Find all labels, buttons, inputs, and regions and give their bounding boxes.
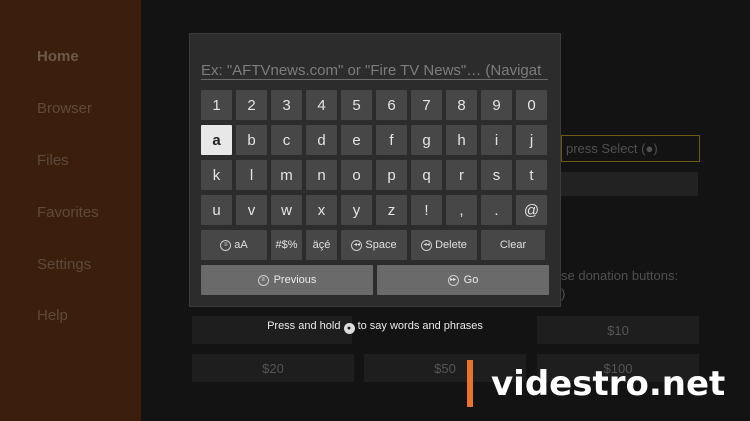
donation-paren: ) [561, 286, 566, 301]
key[interactable]: 4 [306, 90, 337, 120]
donation-text: se donation buttons: [561, 268, 679, 283]
previous-button[interactable]: ≡ Previous [201, 265, 373, 295]
watermark-bar [467, 360, 473, 407]
key[interactable]: n [306, 160, 337, 190]
rewind-icon: ◂◂ [351, 239, 363, 251]
sidebar-item-favorites[interactable]: Favorites [37, 204, 99, 221]
key[interactable]: 0 [516, 90, 547, 120]
key[interactable]: g [411, 125, 442, 155]
menu-icon: ≡ [257, 274, 269, 286]
key[interactable]: 2 [236, 90, 267, 120]
key[interactable]: t [516, 160, 547, 190]
key[interactable]: i [481, 125, 512, 155]
key[interactable]: h [446, 125, 477, 155]
donation-button-10[interactable]: $10 [537, 316, 699, 344]
key[interactable]: 8 [446, 90, 477, 120]
background-bar [561, 172, 698, 196]
action-row: ≡ Previous ▸▸ Go [201, 265, 549, 295]
symbols-key[interactable]: #$% [271, 230, 302, 260]
go-button[interactable]: ▸▸ Go [377, 265, 549, 295]
go-label: Go [463, 274, 479, 286]
case-toggle-key[interactable]: ≡ aA [201, 230, 267, 260]
watermark-text: videstro.net [491, 363, 726, 404]
menu-icon: ≡ [220, 239, 232, 251]
sidebar-item-help[interactable]: Help [37, 307, 68, 324]
key[interactable]: ! [411, 195, 442, 225]
microphone-icon: ● [343, 323, 355, 334]
key[interactable]: m [271, 160, 302, 190]
rewind-icon: ◂◂ [421, 239, 433, 251]
sidebar: Home Browser Files Favorites Settings He… [0, 0, 141, 421]
voice-hint-after: to say words and phrases [357, 320, 483, 332]
key[interactable]: f [376, 125, 407, 155]
key[interactable]: 6 [376, 90, 407, 120]
watermark: videstro.net [467, 360, 725, 407]
key[interactable]: y [341, 195, 372, 225]
key[interactable]: q [411, 160, 442, 190]
delete-label: Delete [435, 239, 467, 251]
key[interactable]: v [236, 195, 267, 225]
key[interactable]: k [201, 160, 232, 190]
delete-key[interactable]: ◂◂ Delete [411, 230, 477, 260]
play-pause-icon: ▸▸ [447, 274, 459, 286]
select-hint: press Select (●) [566, 141, 658, 156]
clear-key[interactable]: Clear [481, 230, 545, 260]
key[interactable]: l [236, 160, 267, 190]
key[interactable]: d [306, 125, 337, 155]
key[interactable]: p [376, 160, 407, 190]
sidebar-item-browser[interactable]: Browser [37, 100, 92, 117]
key[interactable]: w [271, 195, 302, 225]
key[interactable]: z [376, 195, 407, 225]
url-field-outline: press Select (●) [561, 135, 700, 162]
donation-button-20[interactable]: $20 [192, 354, 354, 382]
case-toggle-label: aA [234, 239, 248, 251]
accents-key[interactable]: äçé [306, 230, 337, 260]
key[interactable]: . [481, 195, 512, 225]
voice-hint: Press and hold ● to say words and phrase… [189, 320, 561, 334]
space-label: Space [365, 239, 397, 251]
key[interactable]: 9 [481, 90, 512, 120]
keyboard-keys: 1 2 3 4 5 6 7 8 9 0 a b c d e f g h i j … [201, 90, 549, 225]
key[interactable]: j [516, 125, 547, 155]
key[interactable]: 1 [201, 90, 232, 120]
key[interactable]: 7 [411, 90, 442, 120]
key[interactable]: b [236, 125, 267, 155]
key[interactable]: r [446, 160, 477, 190]
key[interactable]: c [271, 125, 302, 155]
function-key-row: ≡ aA #$% äçé ◂◂ Space ◂◂ Delete Clear [201, 230, 549, 260]
search-input[interactable] [201, 61, 548, 80]
previous-label: Previous [273, 274, 317, 286]
space-key[interactable]: ◂◂ Space [341, 230, 407, 260]
key[interactable]: u [201, 195, 232, 225]
key[interactable]: @ [516, 195, 547, 225]
sidebar-item-home[interactable]: Home [37, 48, 79, 65]
key-selected[interactable]: a [201, 125, 232, 155]
key[interactable]: 5 [341, 90, 372, 120]
voice-hint-before: Press and hold [267, 320, 341, 332]
key[interactable]: x [306, 195, 337, 225]
sidebar-item-settings[interactable]: Settings [37, 256, 91, 273]
key[interactable]: o [341, 160, 372, 190]
key[interactable]: 3 [271, 90, 302, 120]
key[interactable]: , [446, 195, 477, 225]
sidebar-item-files[interactable]: Files [37, 152, 69, 169]
key[interactable]: e [341, 125, 372, 155]
key[interactable]: s [481, 160, 512, 190]
